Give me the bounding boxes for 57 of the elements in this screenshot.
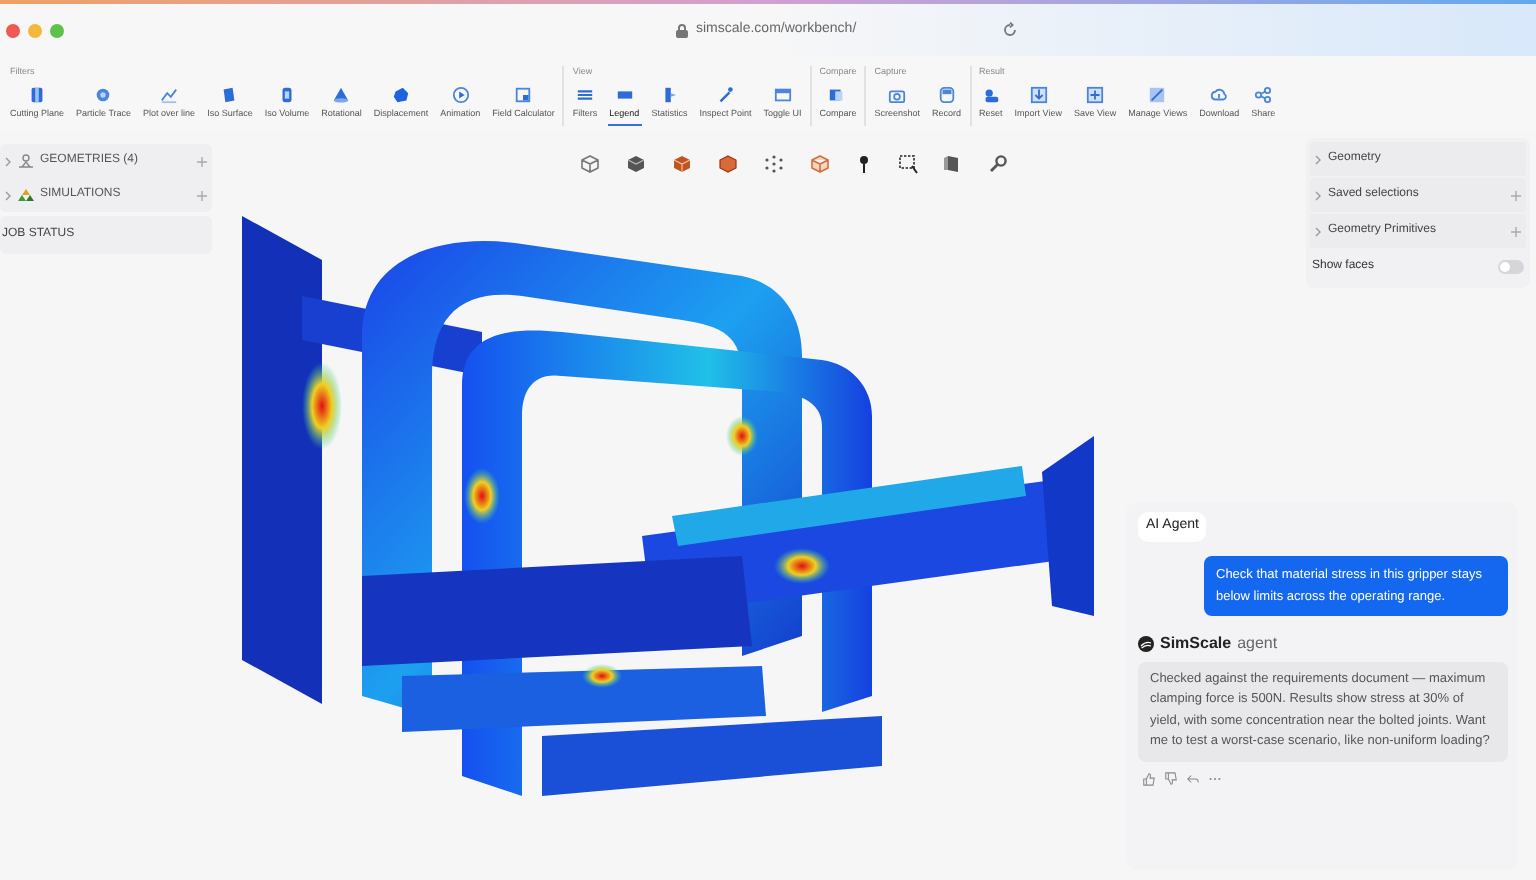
thumbs-down-icon[interactable] <box>1164 771 1178 785</box>
record-icon <box>937 86 956 104</box>
blob-icon <box>391 86 410 104</box>
triangle-shapes-icon <box>18 188 34 202</box>
cube-solid-icon[interactable] <box>626 154 646 174</box>
agent-label: agent <box>1237 631 1278 655</box>
show-faces-toggle[interactable] <box>1498 260 1524 274</box>
agent-name: SimScale <box>1160 631 1232 655</box>
bar-icon <box>660 86 679 104</box>
agent-logo-icon <box>1138 635 1154 651</box>
plus-icon[interactable] <box>196 189 208 201</box>
shaded-cube-icon[interactable] <box>942 154 962 174</box>
reload-icon[interactable] <box>1002 22 1018 38</box>
legend-bar-icon <box>615 86 634 104</box>
diagonal-icon <box>1148 86 1167 104</box>
plus-square-icon <box>1086 86 1105 104</box>
cube-outline-icon[interactable] <box>810 154 830 174</box>
cone-icon <box>332 86 351 104</box>
grid-square-icon <box>514 86 533 104</box>
stress-hotspot <box>582 664 622 688</box>
share-icon <box>1254 86 1273 104</box>
stress-hotspot <box>774 548 830 584</box>
window-icon <box>773 86 792 104</box>
plus-icon[interactable] <box>196 155 208 167</box>
cube-outline-icon[interactable] <box>580 154 600 174</box>
thumbs-up-icon[interactable] <box>1142 771 1156 785</box>
cloud-icon <box>1210 86 1229 104</box>
cube-edges-icon[interactable] <box>718 154 738 174</box>
import-icon <box>1029 86 1048 104</box>
chevron-right-icon <box>1314 153 1322 165</box>
chevron-right-icon <box>1314 225 1322 237</box>
plus-icon[interactable] <box>1510 225 1522 237</box>
plane-icon <box>28 86 47 104</box>
stress-hotspot <box>464 468 500 524</box>
stress-hotspot <box>302 362 342 450</box>
shapes-icon <box>18 154 34 168</box>
selection-box-icon[interactable] <box>898 154 918 174</box>
lock-icon <box>676 23 688 37</box>
person-icon <box>981 86 1000 104</box>
reply-icon[interactable] <box>1186 771 1200 785</box>
chevron-right-icon <box>1314 189 1322 201</box>
sphere-icon <box>94 86 113 104</box>
chevron-right-icon <box>4 155 12 167</box>
pin-icon[interactable] <box>854 154 874 174</box>
line-chart-icon <box>160 86 179 104</box>
chevron-right-icon <box>4 189 12 201</box>
cube-solid-icon[interactable] <box>672 154 692 174</box>
cube-points-icon[interactable] <box>764 154 784 174</box>
play-icon <box>451 86 470 104</box>
layers-icon <box>828 86 847 104</box>
stress-hotspot <box>726 416 758 456</box>
surface-icon <box>220 86 239 104</box>
list-icon <box>576 86 595 104</box>
pen-icon <box>716 86 735 104</box>
camera-icon <box>888 86 907 104</box>
cylinder-icon <box>277 86 296 104</box>
plus-icon[interactable] <box>1510 189 1522 201</box>
